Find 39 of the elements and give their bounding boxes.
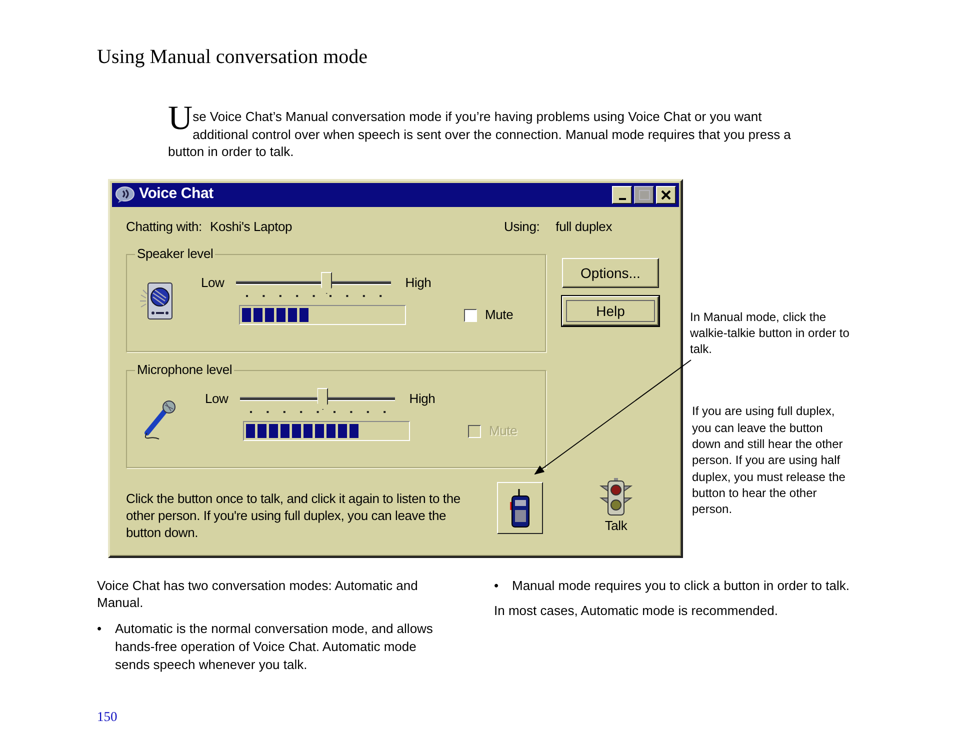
mute-checkbox[interactable]: Mute (464, 305, 514, 325)
slider-label: Low (201, 274, 224, 292)
window-title: Voice Chat (139, 184, 214, 204)
walkie-talkie-icon (509, 488, 531, 528)
traffic-light-icon (599, 478, 633, 516)
minimize-icon (618, 198, 626, 200)
callout-text: If you are using full duplex, you can leave the button down and still hear the other person. If you are using half duplex, you must release the button to hear the other person. (692, 403, 846, 518)
close-icon (659, 188, 673, 202)
slider-label: High (409, 390, 436, 408)
dialog-button[interactable]: Help (562, 296, 659, 326)
bullet-mark: • (97, 620, 103, 638)
field-value: full duplex (556, 218, 612, 236)
callout-text: In Manual mode, click the walkie-talkie button in order to talk. (690, 308, 850, 358)
speaker-icon (139, 281, 175, 321)
slider[interactable] (240, 387, 396, 411)
bullet-text: Automatic is the normal conversation mode, and allows hands-free operation of Voice Chat. Automatic mode sends speech whenever you talk. (115, 620, 434, 674)
intro-paragraph: Use Voice Chat’s Manual conversation mode if you’re having problems using Voice Chat or you want additional control over when speech is sent over the connection. Manual mode requires that you press a button in order to talk. (168, 108, 792, 160)
section-heading: Using Manual conversation mode (97, 45, 368, 70)
slider-label: Low (205, 390, 228, 408)
slider[interactable] (236, 271, 392, 295)
slider-thumb[interactable] (317, 388, 328, 410)
maximize-icon (637, 188, 651, 202)
bullet-mark: • (494, 576, 500, 594)
app-logo-icon (115, 186, 135, 204)
page-number: 150 (97, 708, 118, 726)
field-label: Chatting with: (126, 218, 202, 236)
minimize-button[interactable] (612, 186, 632, 204)
talk-label: Talk (604, 517, 628, 535)
slider-label: High (405, 274, 432, 292)
slider-thumb[interactable] (321, 272, 332, 294)
walkie-talkie-button[interactable] (497, 482, 543, 534)
field-value: Koshi's Laptop (210, 218, 292, 236)
dialog-button[interactable]: Options... (562, 258, 659, 288)
close-button[interactable] (656, 186, 676, 204)
instruction-text: Click the button once to talk, and click it again to listen to the other person. If you're using full duplex, you can leave the button down. (126, 490, 462, 541)
bullet-text: Manual mode requires you to click a button in order to talk. (512, 576, 850, 594)
field-label: Using: (504, 218, 540, 236)
body-paragraph: In most cases, Automatic mode is recommended. (494, 602, 779, 620)
body-paragraph: Voice Chat has two conversation modes: Automatic and Manual. (97, 576, 419, 612)
